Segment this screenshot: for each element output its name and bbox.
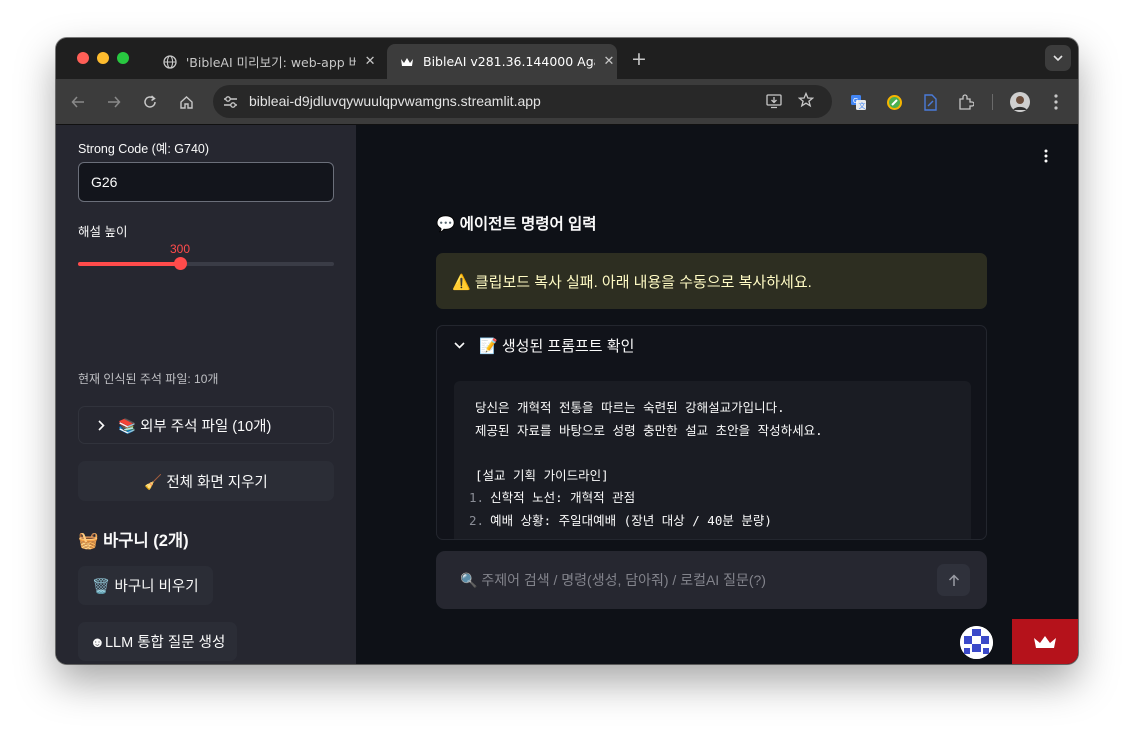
svg-text:文: 文: [858, 101, 865, 110]
commentary-height-label: 해설 높이: [78, 225, 128, 239]
maximize-window-button[interactable]: [117, 52, 129, 64]
install-app-icon[interactable]: [766, 93, 783, 113]
code-line: 제공된 자료를 바탕으로 성령 충만한 설교 초안을 작성하세요.: [469, 420, 956, 443]
prompt-expander-label: 📝 생성된 프롬프트 확인: [479, 337, 635, 355]
section-heading: 💬 에이전트 명령어 입력: [436, 216, 597, 233]
empty-basket-label: 🗑️ 바구니 비우기: [92, 579, 199, 595]
line-number: 1.: [469, 490, 485, 505]
prompt-expander: 📝 생성된 프롬프트 확인 당신은 개혁적 전통을 따르는 숙련된 강해설교가입…: [436, 325, 987, 540]
code-text: 제공된 자료를 바탕으로 성령 충만한 설교 초안을 작성하세요.: [475, 422, 823, 438]
arrow-up-icon: [948, 573, 959, 586]
forward-arrow-icon[interactable]: [104, 92, 124, 112]
sidebar: Strong Code (예: G740) G26 해설 높이 300 현재 인…: [56, 125, 356, 664]
site-settings-icon[interactable]: [223, 94, 238, 113]
main-area: 💬 에이전트 명령어 입력 ⚠️ 클립보드 복사 실패. 아래 내용을 수동으로…: [356, 125, 1078, 664]
app-menu-kebab-icon[interactable]: [1044, 148, 1048, 167]
crown-icon: [399, 54, 415, 70]
browser-toolbar: bibleai-d9jdluvqywuulqpvwamgns.streamlit…: [56, 79, 1078, 125]
chat-input[interactable]: 🔍 주제어 검색 / 명령(생성, 담아줘) / 로컬AI 질문(?): [436, 551, 987, 609]
llm-question-label: ☻LLM 통합 질문 생성: [89, 635, 226, 651]
slider-value-label: 300: [170, 242, 191, 256]
height-slider[interactable]: [78, 257, 334, 271]
new-tab-button[interactable]: +: [631, 48, 647, 70]
close-tab-icon[interactable]: ✕: [362, 54, 378, 69]
extensions-puzzle-icon[interactable]: [956, 92, 976, 112]
prompt-expander-header[interactable]: 📝 생성된 프롬프트 확인: [437, 326, 986, 364]
close-tab-icon[interactable]: ✕: [601, 54, 617, 69]
close-window-button[interactable]: [77, 52, 89, 64]
code-line: [설교 기획 가이드라인]: [469, 465, 956, 488]
minimize-window-button[interactable]: [97, 52, 109, 64]
browser-window: 'BibleAI 미리보기: web-app 버전 ✕ BibleAI v281…: [56, 38, 1078, 664]
translate-extension-icon[interactable]: G文: [848, 92, 868, 112]
tab-title: 'BibleAI 미리보기: web-app 버전: [185, 55, 357, 70]
strong-code-label: Strong Code (예: G740): [78, 142, 210, 156]
streamlit-badge[interactable]: [1012, 619, 1078, 664]
line-number: 2.: [469, 512, 485, 528]
home-icon[interactable]: [176, 92, 196, 112]
code-line: 당신은 개혁적 전통을 따르는 숙련된 강해설교가입니다.: [469, 397, 956, 420]
llm-question-button[interactable]: ☻LLM 통합 질문 생성: [78, 622, 237, 661]
chevron-down-icon: [454, 341, 465, 349]
tab-bar: 'BibleAI 미리보기: web-app 버전 ✕ BibleAI v281…: [56, 38, 1078, 79]
empty-basket-button[interactable]: 🗑️ 바구니 비우기: [78, 566, 213, 605]
code-text: 당신은 개혁적 전통을 따르는 숙련된 강해설교가입니다.: [475, 400, 785, 415]
browser-tab-2[interactable]: BibleAI v281.36.144000 Agape ✕: [387, 44, 617, 79]
browser-menu-kebab-icon[interactable]: [1046, 92, 1066, 112]
prompt-code-block[interactable]: 당신은 개혁적 전통을 따르는 숙련된 강해설교가입니다. 제공된 자료를 바탕…: [454, 381, 971, 539]
chevron-down-icon: [1053, 54, 1063, 61]
basket-heading: 🧺 바구니 (2개): [78, 532, 189, 550]
chevron-right-icon: [98, 419, 105, 431]
page-content: Strong Code (예: G740) G26 해설 높이 300 현재 인…: [56, 125, 1078, 664]
back-arrow-icon[interactable]: [68, 92, 88, 112]
strong-code-input[interactable]: G26: [78, 162, 334, 202]
file-status-text: 현재 인식된 주석 파일: 10개: [78, 372, 219, 386]
external-files-expander[interactable]: 📚 외부 주석 파일 (10개): [78, 406, 334, 444]
clear-screen-label: 🧹 전체 화면 지우기: [144, 474, 268, 491]
url-text: bibleai-d9jdluvqywuulqpvwamgns.streamlit…: [249, 93, 541, 109]
help-avatar-button[interactable]: [960, 626, 993, 659]
code-line: 2. 예배 상황: 주일대예배 (장년 대상 / 40분 분량): [469, 510, 956, 533]
slider-thumb[interactable]: [174, 257, 187, 270]
address-bar[interactable]: bibleai-d9jdluvqywuulqpvwamgns.streamlit…: [213, 85, 832, 118]
profile-avatar[interactable]: [1010, 92, 1030, 112]
strong-code-value: G26: [91, 174, 118, 190]
document-extension-icon[interactable]: [920, 92, 940, 112]
pixel-avatar-icon: [960, 626, 993, 659]
tab-search-button[interactable]: [1045, 45, 1071, 71]
compass-extension-icon[interactable]: [884, 92, 904, 112]
clipboard-warning: ⚠️ 클립보드 복사 실패. 아래 내용을 수동으로 복사하세요.: [436, 253, 987, 309]
send-button[interactable]: [937, 564, 970, 596]
clear-screen-button[interactable]: 🧹 전체 화면 지우기: [78, 461, 334, 501]
browser-tab-1[interactable]: 'BibleAI 미리보기: web-app 버전 ✕: [150, 44, 378, 79]
tab-title: BibleAI v281.36.144000 Agape: [423, 54, 595, 69]
reload-icon[interactable]: [140, 92, 160, 112]
bookmark-star-icon[interactable]: [797, 91, 815, 112]
globe-icon: [162, 54, 178, 70]
crown-icon: [1034, 635, 1056, 648]
code-line: 1. 신학적 노선: 개혁적 관점: [469, 487, 956, 510]
chat-placeholder: 🔍 주제어 검색 / 명령(생성, 담아줘) / 로컬AI 질문(?): [460, 572, 766, 588]
slider-fill: [78, 262, 180, 266]
warning-text: ⚠️ 클립보드 복사 실패. 아래 내용을 수동으로 복사하세요.: [452, 273, 812, 291]
code-text: 예배 상황: 주일대예배 (장년 대상 / 40분 분량): [490, 512, 772, 528]
code-text: [설교 기획 가이드라인]: [475, 467, 609, 483]
external-files-label: 📚 외부 주석 파일 (10개): [118, 418, 272, 435]
code-text: 신학적 노선: 개혁적 관점: [490, 490, 636, 505]
toolbar-divider: [992, 94, 993, 110]
